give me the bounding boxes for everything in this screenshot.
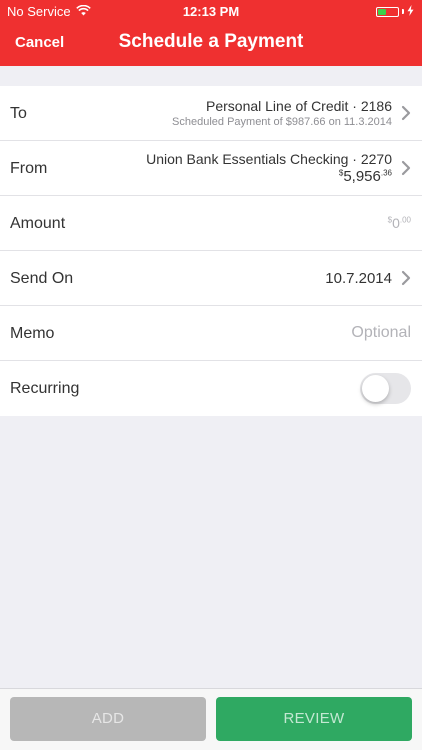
page-title: Schedule a Payment bbox=[118, 31, 304, 52]
schedule-payment-screen: No Service 12:13 PM Cancel Schedule a Pa… bbox=[0, 0, 422, 750]
amount-value[interactable]: $0.00 bbox=[388, 196, 411, 250]
send-on-row[interactable]: Send On 10.7.2014 bbox=[0, 251, 422, 306]
header: No Service 12:13 PM Cancel Schedule a Pa… bbox=[0, 0, 422, 66]
memo-input[interactable] bbox=[211, 324, 411, 342]
amount-label: Amount bbox=[10, 215, 66, 232]
scheduled-payment-note: Scheduled Payment of $987.66 on 11.3.201… bbox=[172, 116, 392, 128]
from-row[interactable]: From Union Bank Essentials Checking · 22… bbox=[0, 141, 422, 196]
charging-bolt-icon bbox=[407, 4, 414, 19]
balance-cents: .36 bbox=[380, 168, 392, 178]
memo-value-wrap bbox=[211, 306, 411, 360]
from-label: From bbox=[10, 160, 48, 177]
status-right bbox=[376, 4, 414, 19]
send-on-label: Send On bbox=[10, 270, 74, 287]
chevron-right-icon bbox=[401, 160, 411, 176]
battery-level bbox=[378, 8, 386, 15]
status-bar: No Service 12:13 PM bbox=[0, 0, 422, 22]
to-value: Personal Line of Credit · 2186 Scheduled… bbox=[172, 86, 392, 140]
chevron-right-icon bbox=[401, 270, 411, 286]
toggle-knob bbox=[362, 375, 389, 402]
from-value: Union Bank Essentials Checking · 2270 $5… bbox=[146, 141, 392, 195]
action-bar: ADD REVIEW bbox=[0, 688, 422, 750]
amount-row[interactable]: Amount $0.00 bbox=[0, 196, 422, 251]
from-balance: $5,956.36 bbox=[339, 168, 392, 185]
battery-tip bbox=[402, 9, 404, 14]
nav-bar: Cancel Schedule a Payment bbox=[0, 22, 422, 66]
add-button[interactable]: ADD bbox=[10, 697, 206, 741]
battery-icon bbox=[376, 6, 399, 17]
chevron-right-icon bbox=[401, 105, 411, 121]
amount-field[interactable]: $0.00 bbox=[388, 215, 411, 231]
memo-row: Memo bbox=[0, 306, 422, 361]
to-account: Personal Line of Credit · 2186 bbox=[206, 98, 392, 114]
amount-cents: .00 bbox=[399, 215, 411, 225]
recurring-label: Recurring bbox=[10, 380, 80, 397]
status-time: 12:13 PM bbox=[182, 4, 240, 19]
balance-dollars: 5,956 bbox=[343, 168, 381, 185]
amount-dollars: 0 bbox=[392, 215, 400, 231]
review-button[interactable]: REVIEW bbox=[216, 697, 412, 741]
recurring-toggle[interactable] bbox=[360, 373, 411, 404]
send-on-value-wrap: 10.7.2014 bbox=[325, 251, 392, 305]
payment-form: To Personal Line of Credit · 2186 Schedu… bbox=[0, 86, 422, 416]
to-label: To bbox=[10, 105, 27, 122]
recurring-row: Recurring bbox=[0, 361, 422, 416]
memo-label: Memo bbox=[10, 325, 55, 342]
from-account: Union Bank Essentials Checking · 2270 bbox=[146, 151, 392, 167]
send-on-date: 10.7.2014 bbox=[325, 269, 392, 287]
to-row[interactable]: To Personal Line of Credit · 2186 Schedu… bbox=[0, 86, 422, 141]
